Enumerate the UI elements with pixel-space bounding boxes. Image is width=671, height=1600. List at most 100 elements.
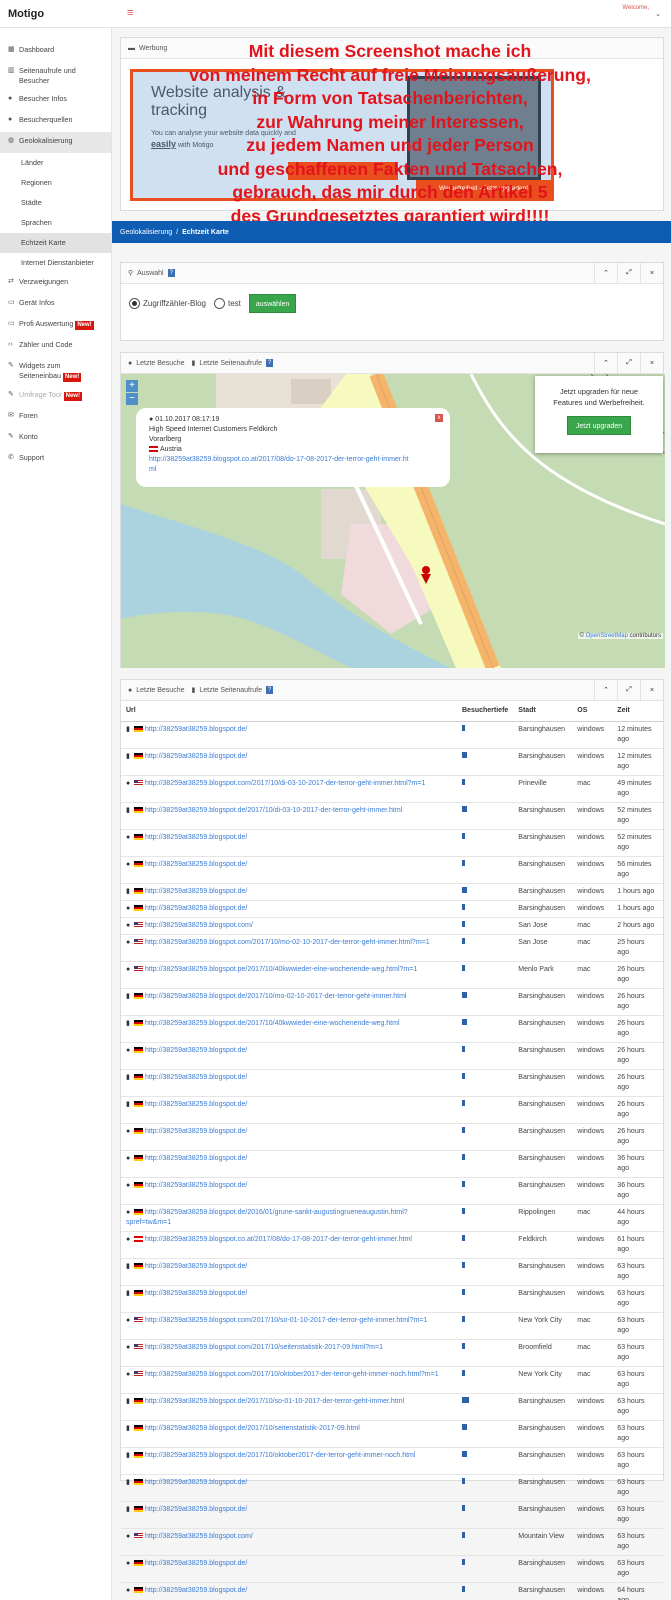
visited-url-link[interactable]: http://38259at38259.blogspot.com/ <box>145 1533 253 1540</box>
table-tab-last-visits[interactable]: Letzte Besuche <box>136 687 184 694</box>
sidebar-item-1[interactable]: ▥ Seitenaufrufe und Besucher <box>0 62 111 90</box>
visited-url-link[interactable]: http://38259at38259.blogspot.de/ <box>145 1587 247 1594</box>
visited-url-link[interactable]: http://38259at38259.blogspot.de/ <box>145 1182 247 1189</box>
sidebar-item-9[interactable]: Echtzeit Karte <box>0 233 111 253</box>
popup-url-link[interactable]: http://38259at38259.blogspot.co.at/2017/… <box>149 456 409 473</box>
close-icon[interactable]: × <box>640 353 663 373</box>
sidebar-item-13[interactable]: ▭ Profi Auswertung New! <box>0 315 111 336</box>
sidebar-item-11[interactable]: ⇄ Verzweigungen <box>0 273 111 294</box>
visited-url-link[interactable]: http://38259at38259.blogspot.de/2017/10/… <box>145 1020 400 1027</box>
flag-de-icon <box>134 1154 143 1161</box>
sidebar-item-18[interactable]: ✎ Konto <box>0 428 111 449</box>
sidebar-item-3[interactable]: ● Besucherquellen <box>0 111 111 132</box>
upgrade-button[interactable]: Jetzt upgraden <box>566 416 632 435</box>
visited-url-link[interactable]: http://38259at38259.blogspot.com/2017/10… <box>145 1344 383 1351</box>
collapse-icon[interactable]: ⌃ <box>594 680 617 700</box>
sidebar-item-19[interactable]: ✆ Support <box>0 449 111 470</box>
logo[interactable]: Motigo <box>8 8 44 20</box>
visited-url-link[interactable]: http://38259at38259.blogspot.de/2017/10/… <box>145 807 402 814</box>
radio-zugriffzaehler-blog[interactable] <box>129 298 140 309</box>
column-header[interactable]: Besuchertiefe <box>457 701 514 722</box>
help-icon[interactable]: ? <box>266 359 274 367</box>
sidebar-item-text: Foren <box>19 411 38 420</box>
visited-url-link[interactable]: http://38259at38259.blogspot.de/ <box>145 726 247 733</box>
flag-de-icon <box>134 1181 143 1188</box>
sidebar-item-text: Widgets zum Seiteneinbau <box>19 361 61 380</box>
visited-url-link[interactable]: http://38259at38259.blogspot.com/2017/10… <box>145 939 430 946</box>
sidebar-item-14[interactable]: ‹› Zähler und Code <box>0 336 111 357</box>
visited-url-link[interactable]: http://38259at38259.blogspot.de/ <box>145 861 247 868</box>
visited-url-link[interactable]: http://38259at38259.blogspot.co.at/2017/… <box>145 1236 412 1243</box>
visited-url-link[interactable]: http://38259at38259.blogspot.de/ <box>145 753 247 760</box>
expand-icon[interactable]: ⤢ <box>617 263 640 283</box>
visited-url-link[interactable]: http://38259at38259.blogspot.pe/2017/10/… <box>145 966 417 973</box>
sidebar-item-10[interactable]: Internet Dienstanbieter <box>0 253 111 273</box>
visited-url-link[interactable]: http://38259at38259.blogspot.de/ <box>145 1074 247 1081</box>
collapse-icon[interactable]: ⌃ <box>594 263 617 283</box>
visited-url-link[interactable]: http://38259at38259.blogspot.com/2017/10… <box>145 1317 427 1324</box>
map-tab-last-visits[interactable]: Letzte Besuche <box>136 360 184 367</box>
visited-url-link[interactable]: http://38259at38259.blogspot.de/2016/01/… <box>126 1209 408 1226</box>
visited-url-link[interactable]: http://38259at38259.blogspot.de/ <box>145 888 247 895</box>
help-icon[interactable]: ? <box>266 686 274 694</box>
sidebar-item-6[interactable]: Regionen <box>0 173 111 193</box>
visited-url-link[interactable]: http://38259at38259.blogspot.de/ <box>145 905 247 912</box>
visited-url-link[interactable]: http://38259at38259.blogspot.de/2017/10/… <box>145 1452 415 1459</box>
help-icon[interactable]: ? <box>167 269 175 277</box>
breadcrumb-parent[interactable]: Geolokalisierung <box>120 229 172 236</box>
visited-url-link[interactable]: http://38259at38259.blogspot.de/2017/10/… <box>145 993 407 1000</box>
sidebar-item-7[interactable]: Städte <box>0 193 111 213</box>
zoom-in-button[interactable]: + <box>126 380 138 392</box>
visited-url-link[interactable]: http://38259at38259.blogspot.de/ <box>145 1047 247 1054</box>
expand-icon[interactable]: ⤢ <box>617 353 640 373</box>
select-button[interactable]: auswählen <box>248 294 297 313</box>
visited-url-link[interactable]: http://38259at38259.blogspot.de/ <box>145 1290 247 1297</box>
visited-url-link[interactable]: http://38259at38259.blogspot.de/ <box>145 834 247 841</box>
visited-url-link[interactable]: http://38259at38259.blogspot.de/2017/10/… <box>145 1398 404 1405</box>
visited-url-link[interactable]: http://38259at38259.blogspot.de/ <box>145 1560 247 1567</box>
sidebar-item-4[interactable]: ◍ Geolokalisierung <box>0 132 111 153</box>
column-header[interactable]: Stadt <box>513 701 573 722</box>
radio-test[interactable] <box>214 298 225 309</box>
sidebar-item-15[interactable]: ✎ Widgets zum Seiteneinbau New! <box>0 357 111 386</box>
sidebar-item-16[interactable]: ✎ Umfrage Tool New! <box>0 386 111 407</box>
visited-url-link[interactable]: http://38259at38259.blogspot.de/ <box>145 1128 247 1135</box>
user-menu-caret-icon[interactable]: ⌄ <box>655 10 661 18</box>
visited-url-link[interactable]: http://38259at38259.blogspot.de/ <box>145 1506 247 1513</box>
table-tab-last-pageviews[interactable]: Letzte Seitenaufrufe <box>199 687 262 694</box>
os-cell: windows <box>572 1095 613 1123</box>
openstreetmap-link[interactable]: OpenStreetMap <box>586 633 628 639</box>
time-cell: 52 minutes ago <box>612 801 663 829</box>
overlay-line: Mit diesem Screenshot mache ich <box>248 41 532 61</box>
sidebar-item-12[interactable]: ▭ Gerät Infos <box>0 294 111 315</box>
column-header[interactable]: OS <box>572 701 613 722</box>
collapse-icon[interactable]: ⌃ <box>594 353 617 373</box>
sidebar-item-5[interactable]: Länder <box>0 153 111 173</box>
zoom-out-button[interactable]: − <box>126 393 138 405</box>
realtime-map[interactable]: + − x ● 01.10.2017 08:17:19 High Speed I… <box>121 374 665 668</box>
column-header[interactable]: Zeit <box>612 701 663 722</box>
visited-url-link[interactable]: http://38259at38259.blogspot.de/ <box>145 1101 247 1108</box>
visited-url-link[interactable]: http://38259at38259.blogspot.de/ <box>145 1155 247 1162</box>
close-icon[interactable]: × <box>640 263 663 283</box>
map-tab-last-pageviews[interactable]: Letzte Seitenaufrufe <box>199 360 262 367</box>
sidebar-item-2[interactable]: ● Besucher Infos <box>0 90 111 111</box>
expand-icon[interactable]: ⤢ <box>617 680 640 700</box>
visited-url-link[interactable]: http://38259at38259.blogspot.com/ <box>145 922 253 929</box>
visited-url-link[interactable]: http://38259at38259.blogspot.de/ <box>145 1263 247 1270</box>
visited-url-link[interactable]: http://38259at38259.blogspot.com/2017/10… <box>145 1371 439 1378</box>
popup-close-icon[interactable]: x <box>435 414 443 422</box>
menu-toggle-icon[interactable]: ≡ <box>127 7 133 19</box>
visitor-depth-bar <box>462 1288 465 1295</box>
sidebar-item-8[interactable]: Sprachen <box>0 213 111 233</box>
column-header[interactable]: Url <box>121 701 457 722</box>
close-icon[interactable]: × <box>640 680 663 700</box>
os-cell: mac <box>572 1203 613 1231</box>
visited-url-link[interactable]: http://38259at38259.blogspot.de/ <box>145 1479 247 1486</box>
sidebar-item-0[interactable]: ▦ Dashboard <box>0 41 111 62</box>
flag-de-icon <box>134 1046 143 1053</box>
city-cell: Barsinghausen <box>513 1257 573 1285</box>
visited-url-link[interactable]: http://38259at38259.blogspot.com/2017/10… <box>145 780 425 787</box>
sidebar-item-17[interactable]: ✉ Foren <box>0 407 111 428</box>
visited-url-link[interactable]: http://38259at38259.blogspot.de/2017/10/… <box>145 1425 360 1432</box>
